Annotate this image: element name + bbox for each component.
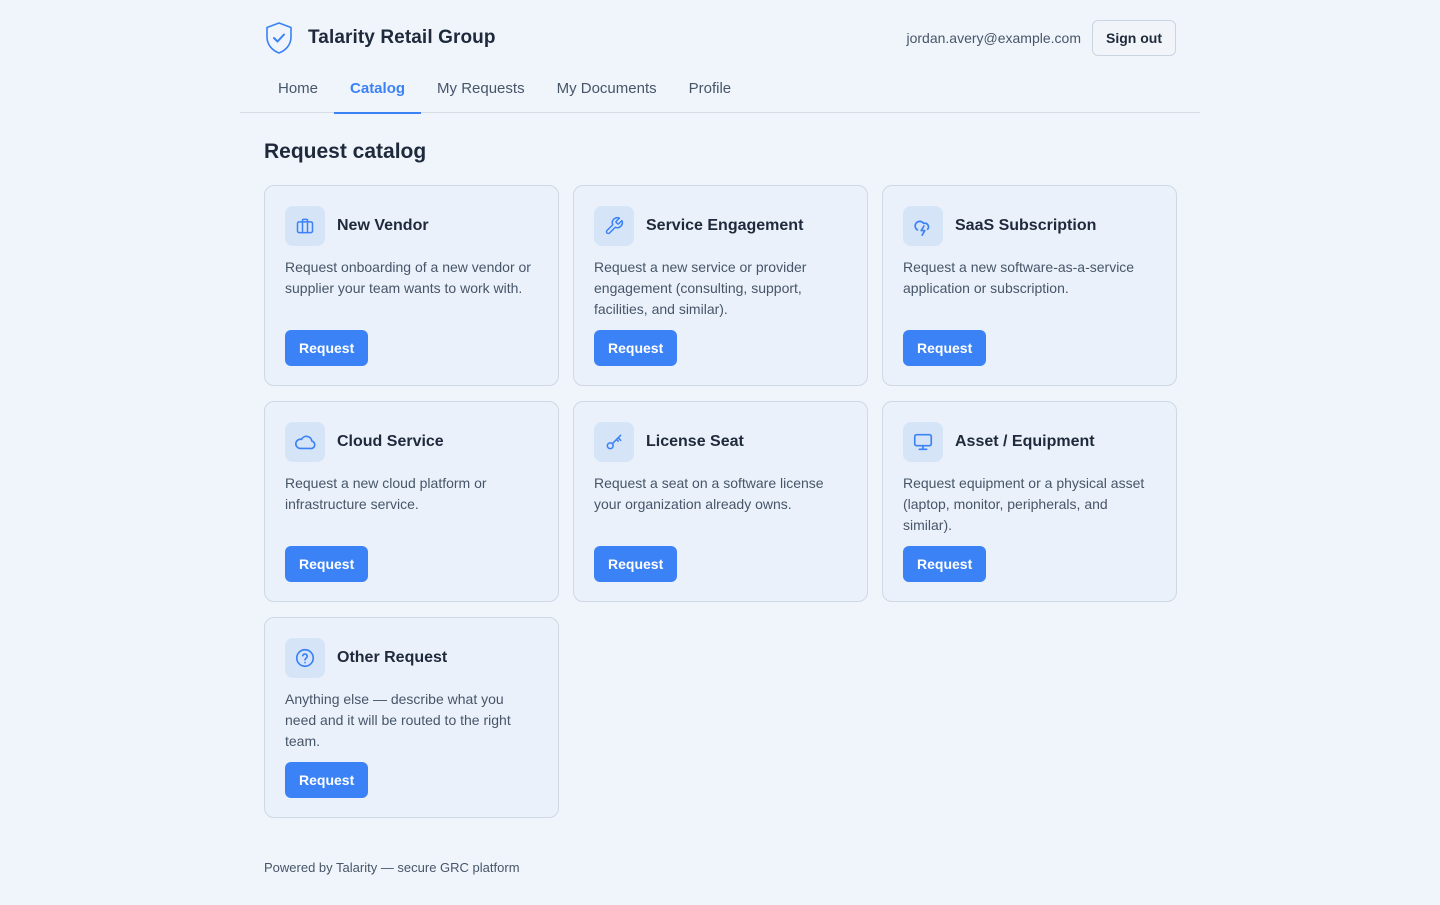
request-service-engagement-button[interactable]: Request <box>594 330 678 366</box>
shield-check-icon <box>264 21 294 55</box>
tab-home[interactable]: Home <box>262 70 334 113</box>
catalog-card-asset-equipment: Asset / Equipment Request equipment or a… <box>882 401 1177 602</box>
card-header: Asset / Equipment <box>903 422 1156 462</box>
card-title: Other Request <box>337 649 448 666</box>
card-header: Cloud Service <box>285 422 538 462</box>
request-cloud-service-button[interactable]: Request <box>285 546 369 582</box>
catalog-card-license-seat: License Seat Request a seat on a softwar… <box>573 401 868 602</box>
sign-out-button[interactable]: Sign out <box>1092 20 1176 56</box>
request-asset-equipment-button[interactable]: Request <box>903 546 987 582</box>
tab-profile[interactable]: Profile <box>673 70 748 113</box>
monitor-icon <box>903 422 943 462</box>
header: Talarity Retail Group jordan.avery@examp… <box>264 20 1176 56</box>
card-title: Asset / Equipment <box>955 433 1095 450</box>
key-icon <box>594 422 634 462</box>
card-header: New Vendor <box>285 206 538 246</box>
request-license-seat-button[interactable]: Request <box>594 546 678 582</box>
card-title: License Seat <box>646 433 744 450</box>
user-area: jordan.avery@example.com Sign out <box>906 20 1176 56</box>
card-title: SaaS Subscription <box>955 217 1097 234</box>
card-header: License Seat <box>594 422 847 462</box>
tab-my-requests[interactable]: My Requests <box>421 70 541 113</box>
page-title: Request catalog <box>264 140 427 163</box>
card-description: Request equipment or a physical asset (l… <box>903 475 1145 533</box>
tab-catalog[interactable]: Catalog <box>334 70 422 114</box>
catalog-card-new-vendor: New Vendor Request onboarding of a new v… <box>264 185 559 386</box>
card-title: New Vendor <box>337 217 429 234</box>
card-description: Request a new service or provider engage… <box>594 259 807 317</box>
card-title: Cloud Service <box>337 433 444 450</box>
card-description: Request a new software-as-a-service appl… <box>903 259 1135 296</box>
tab-my-documents[interactable]: My Documents <box>541 70 673 113</box>
page: Talarity Retail Group jordan.avery@examp… <box>0 0 1440 905</box>
wrench-icon <box>594 206 634 246</box>
cloud-icon <box>285 422 325 462</box>
card-header: Service Engagement <box>594 206 847 246</box>
brand[interactable]: Talarity Retail Group <box>264 21 496 55</box>
card-header: SaaS Subscription <box>903 206 1156 246</box>
briefcase-icon <box>285 206 325 246</box>
help-circle-icon <box>285 638 325 678</box>
request-new-vendor-button[interactable]: Request <box>285 330 369 366</box>
card-title: Service Engagement <box>646 217 804 234</box>
catalog-card-cloud-service: Cloud Service Request a new cloud platfo… <box>264 401 559 602</box>
footer-text: Powered by Talarity — secure GRC platfor… <box>264 860 520 875</box>
request-saas-subscription-button[interactable]: Request <box>903 330 987 366</box>
card-description: Anything else — describe what you need a… <box>285 691 511 749</box>
catalog-card-saas-subscription: SaaS Subscription Request a new software… <box>882 185 1177 386</box>
card-description: Request a new cloud platform or infrastr… <box>285 475 487 512</box>
catalog-grid: New Vendor Request onboarding of a new v… <box>264 185 1177 818</box>
card-description: Request onboarding of a new vendor or su… <box>285 259 531 296</box>
request-other-request-button[interactable]: Request <box>285 762 369 798</box>
card-header: Other Request <box>285 638 538 678</box>
catalog-card-other-request: Other Request Anything else — describe w… <box>264 617 559 818</box>
card-description: Request a seat on a software license you… <box>594 475 824 512</box>
user-email: jordan.avery@example.com <box>906 30 1081 46</box>
catalog-card-service-engagement: Service Engagement Request a new service… <box>573 185 868 386</box>
brand-name: Talarity Retail Group <box>308 27 496 48</box>
main-nav: Home Catalog My Requests My Documents Pr… <box>240 70 1200 114</box>
cloud-lightning-icon <box>903 206 943 246</box>
